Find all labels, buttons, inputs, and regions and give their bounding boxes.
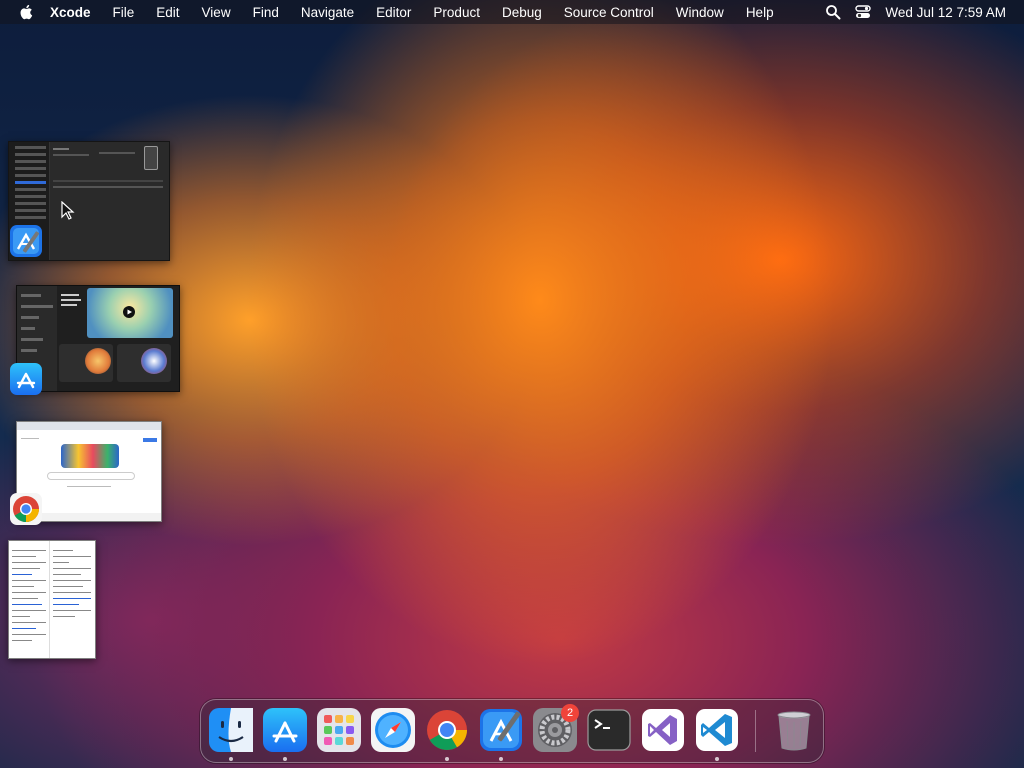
menu-clock[interactable]: Wed Jul 12 7:59 AM <box>885 5 1006 20</box>
control-center-icon[interactable] <box>855 4 872 20</box>
dock: 2 <box>200 699 824 763</box>
app-store-icon[interactable] <box>262 707 308 753</box>
device-preview-icon <box>144 146 158 170</box>
finder-icon[interactable] <box>208 707 254 753</box>
google-doodle <box>61 444 119 468</box>
browser-tab-bar <box>17 422 161 430</box>
vscode-icon[interactable] <box>694 707 740 753</box>
menu-find[interactable]: Find <box>253 5 279 20</box>
menu-app-name[interactable]: Xcode <box>50 5 91 20</box>
apple-logo-icon[interactable] <box>18 3 36 21</box>
visual-studio-icon[interactable] <box>640 707 686 753</box>
search-box <box>47 472 135 480</box>
terminal-icon[interactable] <box>586 707 632 753</box>
menu-editor[interactable]: Editor <box>376 5 411 20</box>
menu-view[interactable]: View <box>202 5 231 20</box>
window-thumbnail-document[interactable] <box>8 540 96 659</box>
play-icon <box>123 306 135 318</box>
menu-source-control[interactable]: Source Control <box>564 5 654 20</box>
menu-window[interactable]: Window <box>676 5 724 20</box>
notification-badge: 2 <box>561 704 579 722</box>
xcode-icon <box>10 225 42 257</box>
menu-debug[interactable]: Debug <box>502 5 542 20</box>
mouse-cursor-icon <box>61 201 75 220</box>
menu-help[interactable]: Help <box>746 5 774 20</box>
launchpad-icon[interactable] <box>316 707 362 753</box>
chrome-icon[interactable] <box>424 707 470 753</box>
menu-bar: Xcode File Edit View Find Navigate Edito… <box>0 0 1024 24</box>
chrome-icon <box>10 493 42 525</box>
menu-file[interactable]: File <box>113 5 135 20</box>
menu-navigate[interactable]: Navigate <box>301 5 354 20</box>
trash-icon[interactable] <box>771 707 817 753</box>
menu-bar-extras: Wed Jul 12 7:59 AM <box>811 0 1006 24</box>
xcode-icon[interactable] <box>478 707 524 753</box>
safari-icon[interactable] <box>370 707 416 753</box>
menu-product[interactable]: Product <box>433 5 480 20</box>
dock-separator <box>755 710 756 752</box>
spotlight-search-icon[interactable] <box>825 4 841 20</box>
app-store-icon <box>10 363 42 395</box>
menu-edit[interactable]: Edit <box>156 5 179 20</box>
